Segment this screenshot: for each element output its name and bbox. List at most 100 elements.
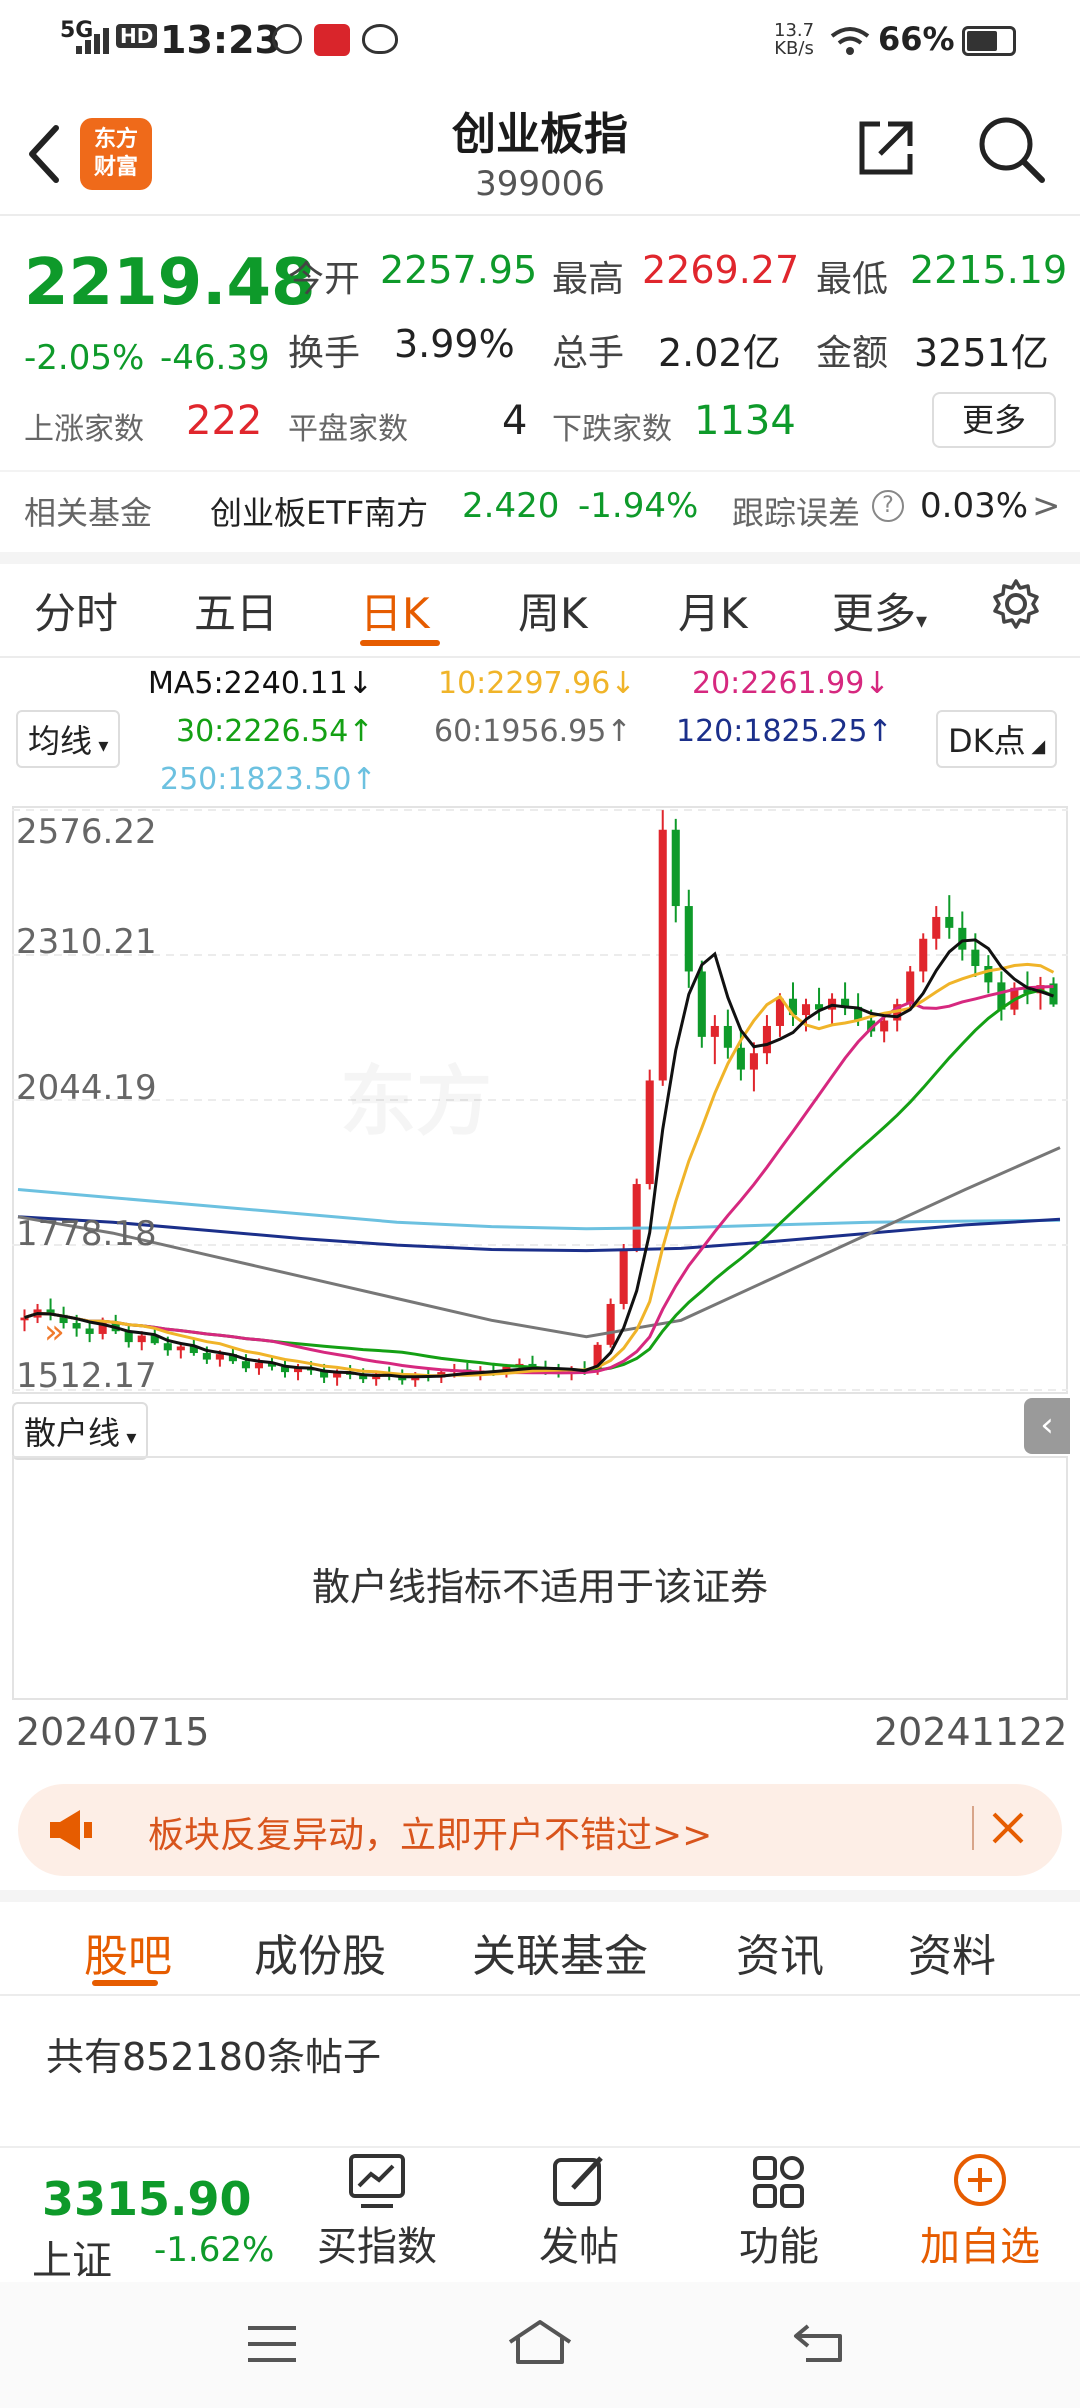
battery-icon (962, 26, 1016, 56)
banner-divider (972, 1806, 974, 1850)
home-icon[interactable] (504, 2316, 576, 2368)
section-gap (0, 1890, 1080, 1902)
candle-body (971, 949, 980, 967)
candle-body (984, 966, 993, 983)
more-stats-button[interactable]: 更多 (932, 392, 1056, 448)
y-tick-label: 1778.18 (16, 1214, 157, 1254)
low-value: 2215.19 (910, 248, 1068, 292)
edit-icon (553, 2156, 603, 2206)
ma5-value: MA5:2240.11↓ (148, 666, 373, 701)
candle-body (762, 1025, 771, 1054)
ma20-value: 20:2261.99↓ (692, 666, 890, 701)
network-speed: 13.7 KB/s (774, 20, 815, 59)
candle-body (723, 1025, 732, 1048)
turnover-label: 换手 (288, 333, 361, 374)
help-icon[interactable]: ? (872, 490, 904, 522)
tracking-error-label: 跟踪误差 (732, 494, 861, 532)
back-nav-icon[interactable] (790, 2318, 850, 2366)
change-amount: -46.39 (160, 338, 270, 378)
low-label: 最低 (816, 259, 889, 300)
open-label: 今开 (288, 259, 361, 300)
ma60-value: 60:1956.95↑ (434, 714, 632, 749)
ma30-line (24, 988, 1055, 1372)
post-button[interactable]: 发帖 (504, 2152, 654, 2276)
status-bar: 5G HD 13:23 13.7 KB/s 66% (0, 0, 1080, 84)
tab-five-day[interactable]: 五日 (194, 580, 278, 641)
expand-left-icon[interactable]: » (44, 1312, 65, 1352)
tab-weekly-k[interactable]: 周K (518, 580, 588, 641)
chevron-right-icon: > (1032, 486, 1061, 526)
add-watchlist-button[interactable]: 加自选 (900, 2152, 1060, 2276)
fund-price: 2.420 (462, 486, 560, 526)
tab-monthly-k[interactable]: 月K (678, 580, 748, 641)
tab-more-periods[interactable]: 更多▾ (832, 580, 927, 641)
sub-indicator-selector[interactable]: 散户线 ▾ (12, 1402, 149, 1460)
megaphone-icon (50, 1810, 92, 1850)
related-fund-row[interactable]: 相关基金 创业板ETF南方 2.420 -1.94% 跟踪误差 ? 0.03% … (0, 472, 1080, 548)
share-icon[interactable] (854, 116, 918, 180)
collapse-panel-icon[interactable]: ‹ (1024, 1398, 1070, 1454)
y-tick-label: 1512.17 (16, 1356, 157, 1396)
candle-body (671, 829, 680, 907)
index-price: 3315.90 (42, 2172, 252, 2226)
buy-index-button[interactable]: 买指数 (302, 2152, 452, 2276)
post-count: 共有852180条帖子 (46, 2035, 382, 2079)
active-tab-indicator (360, 640, 440, 646)
open-value: 2257.95 (380, 248, 538, 292)
watermark-logo: 东方 (340, 1040, 492, 1150)
ma-selector[interactable]: 均线 ▾ (16, 710, 121, 768)
candle-body (202, 1353, 211, 1360)
caret-down-icon: ▾ (916, 609, 928, 634)
ma20-line (24, 985, 1054, 1375)
candle-body (880, 1020, 889, 1032)
hd-badge: HD (116, 24, 158, 48)
kline-chart[interactable] (12, 806, 1068, 1394)
header-divider (0, 214, 1080, 216)
page-title: 创业板指 (452, 109, 628, 160)
flat-count: 4 (502, 398, 528, 444)
security-code: 399006 (475, 164, 605, 204)
change-percent: -2.05% (24, 338, 145, 378)
index-name: 上证 (32, 2238, 112, 2284)
ma30-value: 30:2226.54↑ (176, 714, 374, 749)
current-price: 2219.48 (24, 246, 316, 320)
tab-related-funds[interactable]: 关联基金 (472, 1920, 648, 1984)
fund-name: 创业板ETF南方 (210, 494, 429, 532)
ma60-line (17, 1146, 1061, 1339)
tab-news[interactable]: 资讯 (736, 1920, 824, 1984)
index-ticker[interactable]: 3315.90 上证 -1.62% (0, 2146, 300, 2284)
turnover-value: 3.99% (394, 322, 515, 366)
candle-body (254, 1362, 264, 1369)
tab-daily-k[interactable]: 日K (360, 580, 430, 641)
sub-indicator-message: 散户线指标不适用于该证券 (311, 1565, 768, 1609)
tab-constituents[interactable]: 成份股 (254, 1920, 386, 1984)
close-icon[interactable] (988, 1808, 1028, 1848)
candle-body (736, 1047, 745, 1070)
index-change: -1.62% (154, 2230, 275, 2270)
candle-body (658, 829, 667, 1081)
search-icon[interactable] (974, 112, 1048, 186)
menu-icon[interactable] (244, 2322, 300, 2366)
functions-button[interactable]: 功能 (704, 2152, 854, 2276)
y-tick-label: 2044.19 (16, 1068, 157, 1108)
candle-body (137, 1335, 146, 1343)
caret-down-icon: ▾ (92, 733, 109, 757)
candle-body (710, 1025, 719, 1037)
dk-point-button[interactable]: DK点 ◢ (936, 710, 1058, 768)
tab-forum[interactable]: 股吧 (84, 1920, 172, 1984)
candle-body (932, 916, 941, 939)
plus-circle-icon (954, 2154, 1006, 2206)
settings-gear-icon[interactable] (990, 578, 1042, 630)
promo-text[interactable]: 板块反复异动，立即开户不错过>> (148, 1806, 712, 1858)
tab-profile[interactable]: 资料 (908, 1920, 996, 1984)
tab-intraday[interactable]: 分时 (34, 580, 118, 641)
signal-icon (76, 28, 109, 54)
y-tick-label: 2576.22 (16, 812, 157, 852)
candle-body (958, 927, 967, 950)
high-value: 2269.27 (642, 248, 800, 292)
news-app-icon (314, 24, 350, 56)
corner-arrow-icon: ◢ (1025, 736, 1046, 757)
app-notification-icon (272, 24, 302, 54)
volume-label: 总手 (552, 333, 625, 374)
grid-icon (753, 2156, 804, 2208)
